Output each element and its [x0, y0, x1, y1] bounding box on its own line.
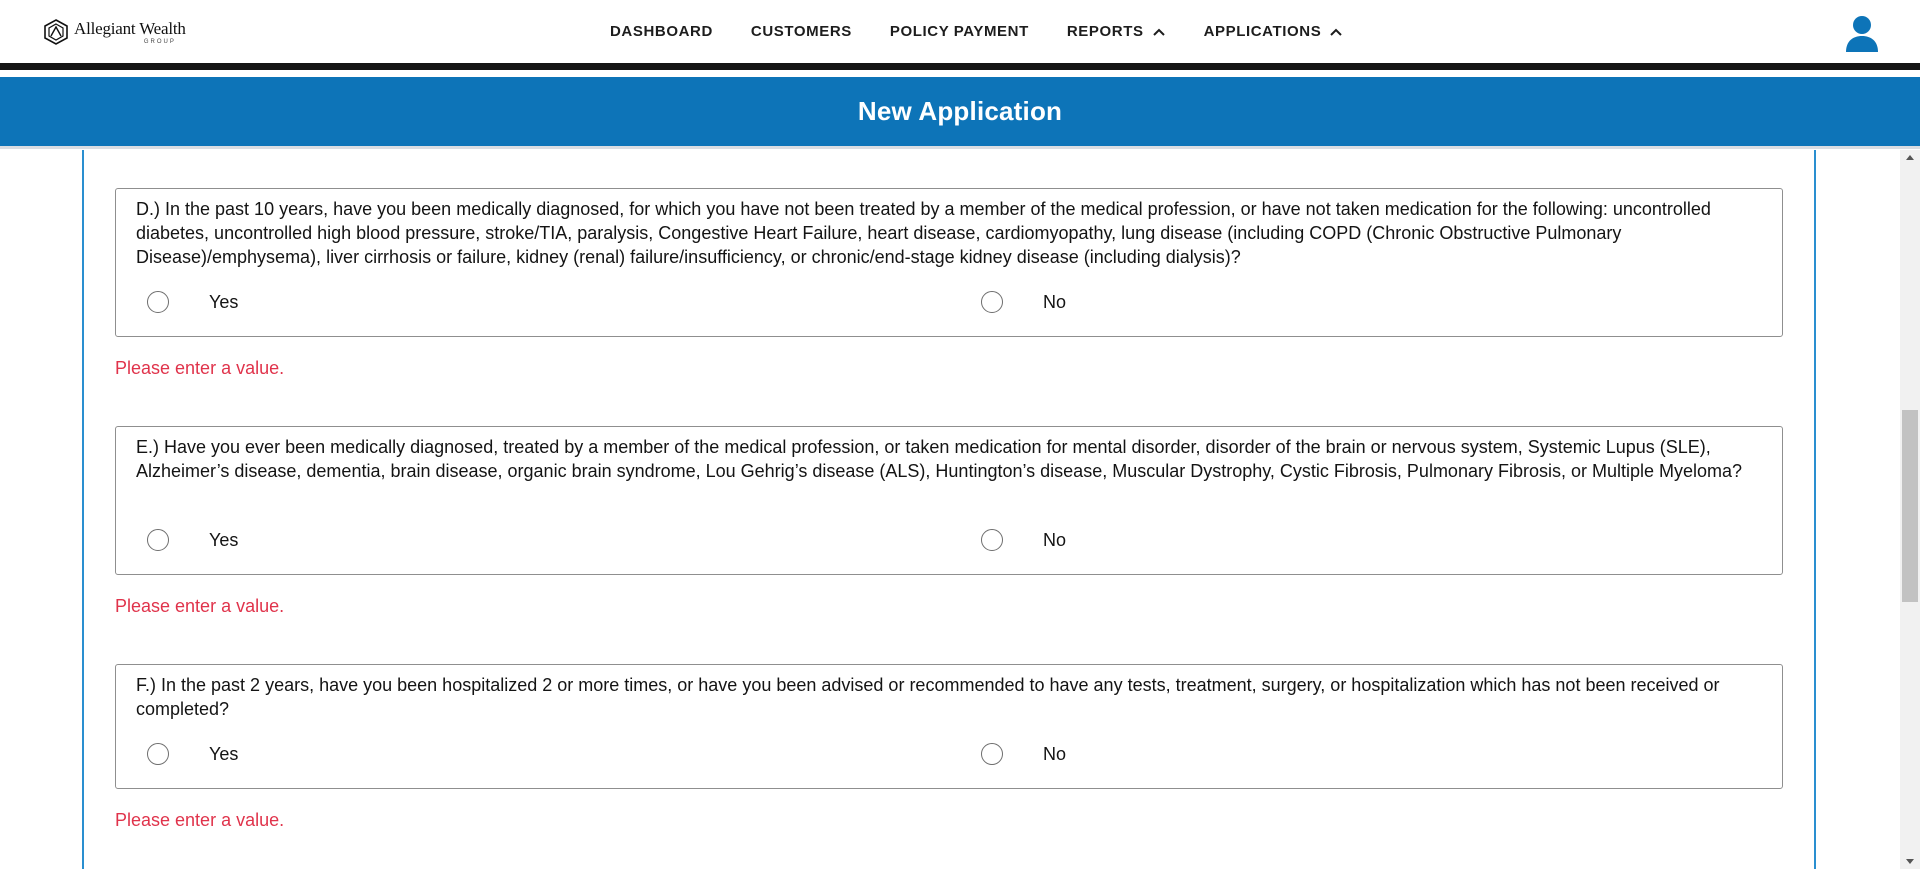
nav-policy-payment-label: POLICY PAYMENT: [889, 23, 1029, 40]
top-navbar: Allegiant Wealth GROUP DASHBOARD CUSTOME…: [0, 0, 1920, 70]
user-icon[interactable]: [1845, 15, 1879, 53]
logo-name: Allegiant Wealth: [74, 18, 186, 38]
nav-dashboard-label: DASHBOARD: [610, 23, 713, 40]
logo-mark-icon: [44, 19, 68, 45]
chevron-up-icon: [1152, 28, 1165, 36]
question-f-yes-radio[interactable]: [147, 743, 169, 765]
question-d-yes-option[interactable]: Yes: [147, 291, 238, 313]
question-d-no-option[interactable]: No: [981, 291, 1066, 313]
question-f-no-option[interactable]: No: [981, 743, 1066, 765]
question-d-yes-radio[interactable]: [147, 291, 169, 313]
nav-applications-label: APPLICATIONS: [1203, 23, 1322, 40]
page-title: New Application: [857, 96, 1063, 126]
nav-customers-label: CUSTOMERS: [750, 23, 852, 40]
nav-reports[interactable]: REPORTS: [1067, 23, 1166, 40]
question-f-no-label: No: [1043, 743, 1067, 764]
question-e-no-radio[interactable]: [981, 529, 1003, 551]
question-e-yes-label: Yes: [209, 529, 239, 550]
scroll-up-arrow-icon[interactable]: [1900, 150, 1920, 164]
question-f-text: F.) In the past 2 years, have you been h…: [136, 675, 1720, 719]
question-e-card: E.) Have you ever been medically diagnos…: [115, 426, 1783, 575]
question-e-yes-radio[interactable]: [147, 529, 169, 551]
question-e-error: Please enter a value.: [115, 596, 285, 616]
question-f-yes-label: Yes: [209, 743, 239, 764]
question-d-no-radio[interactable]: [981, 291, 1003, 313]
nav-dashboard[interactable]: DASHBOARD: [610, 23, 713, 40]
vertical-scrollbar[interactable]: [1900, 150, 1920, 869]
chevron-up-icon: [1330, 28, 1343, 36]
question-f-no-radio[interactable]: [981, 743, 1003, 765]
nav-reports-label: REPORTS: [1066, 23, 1144, 40]
logo-subtitle: GROUP: [143, 38, 176, 45]
question-e-yes-option[interactable]: Yes: [147, 529, 238, 551]
question-d-card: D.) In the past 10 years, have you been …: [115, 188, 1783, 337]
scroll-down-arrow-icon[interactable]: [1900, 855, 1920, 869]
question-d-error: Please enter a value.: [115, 358, 285, 378]
question-e-no-option[interactable]: No: [981, 529, 1066, 551]
nav-customers[interactable]: CUSTOMERS: [751, 23, 852, 40]
question-f-error: Please enter a value.: [115, 810, 285, 830]
scrollbar-thumb[interactable]: [1902, 410, 1918, 602]
question-d-yes-label: Yes: [209, 291, 239, 312]
question-e-no-label: No: [1043, 529, 1067, 550]
question-e-text: E.) Have you ever been medically diagnos…: [136, 437, 1743, 481]
nav-applications[interactable]: APPLICATIONS: [1204, 23, 1344, 40]
main-nav: DASHBOARD CUSTOMERS POLICY PAYMENT REPOR…: [610, 0, 1381, 63]
question-f-card: F.) In the past 2 years, have you been h…: [115, 664, 1783, 789]
page-title-banner: New Application: [0, 77, 1920, 149]
nav-policy-payment[interactable]: POLICY PAYMENT: [890, 23, 1029, 40]
company-logo[interactable]: Allegiant Wealth GROUP: [42, 16, 186, 48]
question-f-yes-option[interactable]: Yes: [147, 743, 238, 765]
question-d-no-label: No: [1043, 291, 1067, 312]
question-d-text: D.) In the past 10 years, have you been …: [136, 199, 1711, 267]
